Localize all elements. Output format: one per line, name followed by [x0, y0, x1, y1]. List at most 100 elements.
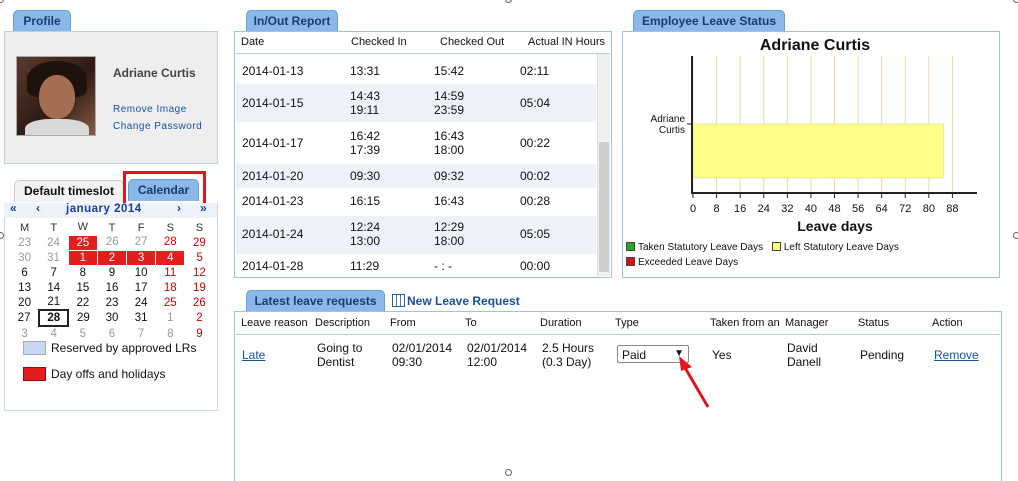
calendar-day[interactable]: 4: [39, 326, 68, 341]
remove-request-link[interactable]: Remove: [934, 348, 979, 362]
calendar-grid-icon: [392, 294, 405, 307]
calendar-day[interactable]: 6: [10, 265, 39, 280]
row-date: 2014-01-24: [242, 227, 304, 241]
calendar-day[interactable]: 23: [97, 295, 126, 310]
calendar-day[interactable]: 24: [127, 295, 156, 310]
scrollbar-thumb[interactable]: [599, 142, 609, 272]
calendar-day-holiday[interactable]: 3: [126, 249, 157, 266]
legend-reserved-label: Reserved by approved LRs: [51, 341, 197, 355]
resize-handle[interactable]: [1013, 232, 1018, 239]
resize-handle[interactable]: [1013, 0, 1018, 3]
next-month-button[interactable]: ›: [177, 201, 181, 215]
calendar-day[interactable]: 20: [10, 295, 39, 310]
legend-label: Taken Statutory Leave Days: [638, 242, 764, 253]
leave-reason-link[interactable]: Late: [242, 348, 265, 362]
new-leave-request-button[interactable]: New Leave Request: [392, 293, 520, 309]
calendar-day[interactable]: 26: [185, 295, 214, 310]
remove-image-link[interactable]: Remove Image: [113, 104, 187, 115]
calendar-day[interactable]: 27: [10, 310, 39, 326]
calendar-month-label: january 2014: [66, 203, 142, 215]
calendar-day[interactable]: 30: [97, 310, 126, 326]
profile-tab[interactable]: Profile: [13, 10, 71, 32]
next-year-button[interactable]: »: [200, 201, 207, 215]
change-password-link[interactable]: Change Password: [113, 121, 202, 132]
row-to: 02/01/2014 12:00: [467, 341, 528, 369]
chart-title: Adriane Curtis: [760, 37, 870, 54]
calendar-day[interactable]: 24: [39, 235, 68, 250]
calendar-day[interactable]: 3: [10, 326, 39, 341]
calendar-day[interactable]: 26: [97, 235, 126, 250]
calendar-day[interactable]: 13: [10, 280, 39, 295]
calendar-day[interactable]: 10: [127, 265, 156, 280]
column-header-checked-out: Checked Out: [440, 36, 505, 48]
calendar-day-holiday[interactable]: 1: [67, 249, 98, 266]
calendar-day[interactable]: 8: [68, 265, 97, 280]
calendar-day[interactable]: 31: [39, 250, 68, 265]
resize-handle[interactable]: [0, 0, 4, 3]
inout-scrollbar[interactable]: [597, 54, 610, 276]
chart-tick-label: 40: [805, 203, 817, 215]
calendar-day[interactable]: 12: [185, 265, 214, 280]
row-hours: 05:05: [520, 227, 551, 241]
row-date: 2014-01-20: [242, 169, 304, 183]
chart-bar: [692, 123, 945, 179]
chart-category-label: Adriane: [651, 114, 686, 125]
calendar-day[interactable]: 16: [97, 280, 126, 295]
calendar-day[interactable]: 30: [10, 250, 39, 265]
weekday-label: T: [108, 221, 116, 234]
weekday-label: W: [77, 221, 89, 234]
calendar-day[interactable]: 31: [127, 310, 156, 326]
calendar-day[interactable]: 9: [97, 265, 126, 280]
calendar-day-holiday[interactable]: 4: [155, 249, 186, 266]
calendar-day[interactable]: 25: [156, 295, 185, 310]
calendar-day[interactable]: 6: [97, 326, 126, 341]
calendar-day[interactable]: 15: [68, 280, 97, 295]
calendar-day[interactable]: 8: [156, 326, 185, 341]
weekday-label: M: [19, 221, 30, 234]
leave-type-value: Paid: [622, 348, 647, 362]
table-row: 2014-01-13 13:31 15:42 02:11: [236, 58, 596, 82]
calendar-day[interactable]: 5: [68, 326, 97, 341]
calendar-day[interactable]: 11: [156, 265, 185, 280]
calendar-day[interactable]: 14: [39, 280, 68, 295]
calendar-day[interactable]: 7: [39, 265, 68, 280]
column-header-type: Type: [615, 317, 639, 329]
prev-year-button[interactable]: «: [10, 201, 17, 215]
calendar-day[interactable]: 28: [156, 235, 185, 250]
latest-leave-requests-tab[interactable]: Latest leave requests: [246, 290, 385, 312]
calendar-day[interactable]: 17: [127, 280, 156, 295]
calendar-day[interactable]: 19: [185, 280, 214, 295]
calendar-day[interactable]: 22: [68, 295, 97, 310]
calendar-day[interactable]: 21: [39, 295, 68, 310]
calendar-day[interactable]: 7: [127, 326, 156, 341]
prev-month-button[interactable]: ‹: [36, 201, 40, 215]
calendar-day[interactable]: 29: [185, 235, 214, 250]
calendar-day[interactable]: 5: [185, 250, 214, 265]
calendar-day-holiday[interactable]: 25: [67, 234, 98, 251]
calendar-day-holiday[interactable]: 2: [96, 249, 128, 266]
calendar-day[interactable]: 18: [156, 280, 185, 295]
tab-default-timeslot[interactable]: Default timeslot: [14, 180, 124, 202]
resize-handle[interactable]: [505, 0, 512, 3]
profile-photo: [16, 56, 96, 136]
legend-dayoff-swatch: [23, 367, 46, 381]
calendar-day[interactable]: 23: [10, 235, 39, 250]
row-date: 2014-01-13: [242, 64, 304, 78]
chart-tick-label: 16: [734, 203, 746, 215]
chart-tick-label: 32: [781, 203, 793, 215]
calendar-day[interactable]: 27: [127, 235, 156, 250]
leave-status-tab[interactable]: Employee Leave Status: [633, 10, 785, 32]
legend-swatch-taken: [626, 242, 635, 251]
inout-table-header: Date Checked In Checked Out Actual IN Ho…: [236, 32, 610, 54]
row-checked-in: 12:24 13:00: [350, 220, 381, 248]
row-status: Pending: [860, 348, 905, 362]
inout-report-tab[interactable]: In/Out Report: [246, 10, 338, 32]
column-header-status: Status: [858, 317, 890, 329]
profile-name: Adriane Curtis: [113, 66, 196, 80]
calendar-day[interactable]: 9: [185, 326, 214, 341]
calendar-week-row: 13 14 15 16 17 18 19: [10, 280, 214, 295]
calendar-day[interactable]: 29: [68, 310, 97, 326]
calendar-day[interactable]: 1: [156, 310, 185, 326]
calendar-day-today[interactable]: 28: [38, 309, 70, 327]
calendar-day[interactable]: 2: [185, 310, 214, 326]
